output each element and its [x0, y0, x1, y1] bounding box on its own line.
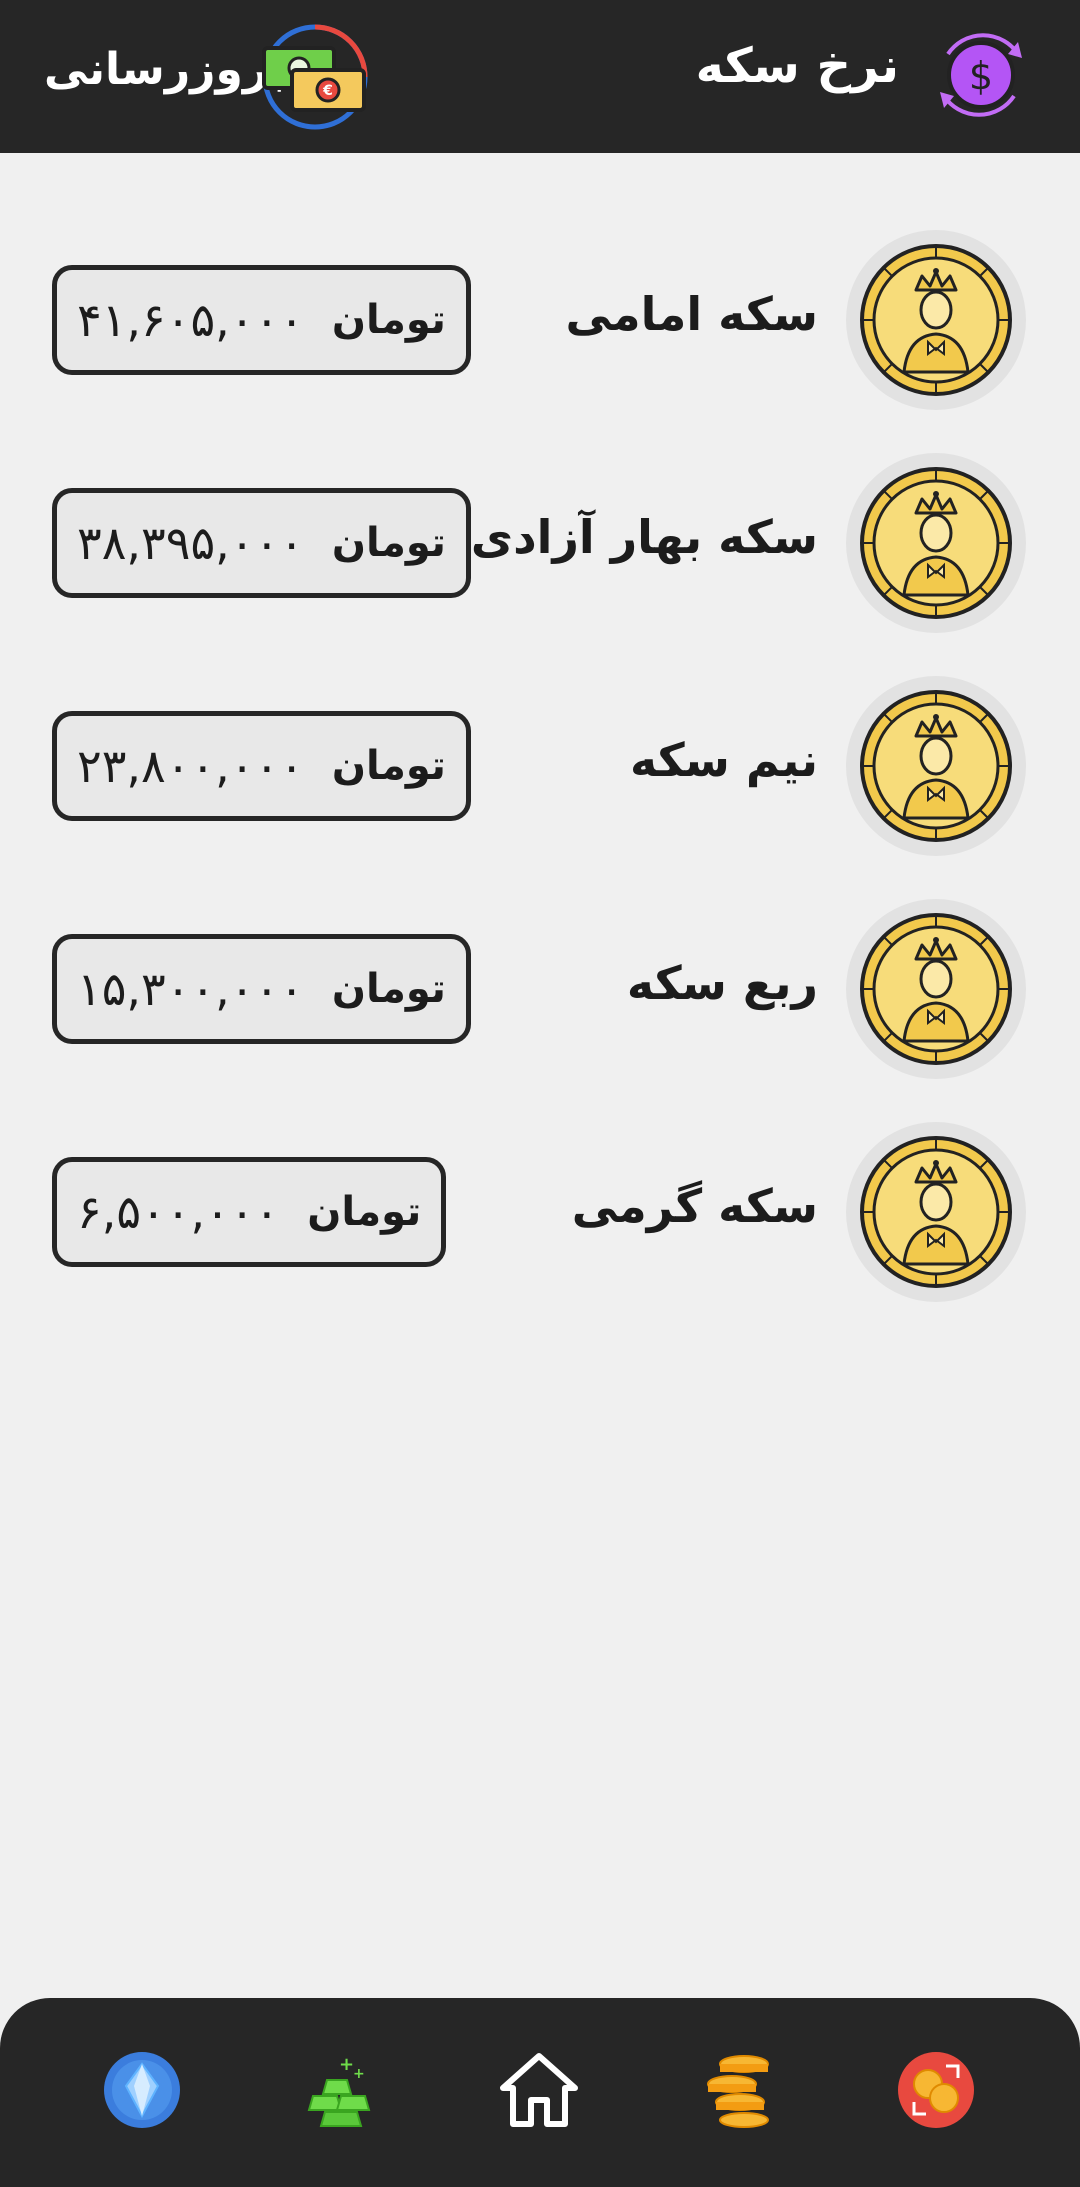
coin-name: سکه امامی: [565, 287, 818, 341]
coin-name: سکه گرمی: [571, 1179, 818, 1233]
page-title: نرخ سکه: [695, 38, 899, 94]
price-badge: تومان ۳۸,۳۹۵,۰۰۰: [52, 488, 471, 598]
price-unit: تومان: [331, 966, 446, 1012]
app-header: بروزرسانی € نرخ سکه $: [0, 0, 1080, 153]
list-item[interactable]: ربع سکه تومان ۱۵,۳۰۰,۰۰۰: [0, 899, 1080, 1079]
price-unit: تومان: [307, 1189, 422, 1235]
list-item[interactable]: سکه گرمی تومان ۶,۵۰۰,۰۰۰: [0, 1122, 1080, 1302]
price-value: ۱۵,۳۰۰,۰۰۰: [77, 962, 304, 1016]
diamond-icon: [104, 2052, 180, 2128]
dollar-refresh-icon: $: [930, 24, 1032, 126]
nav-item-home[interactable]: [479, 1998, 599, 2187]
price-badge: تومان ۱۵,۳۰۰,۰۰۰: [52, 934, 471, 1044]
price-value: ۶,۵۰۰,۰۰۰: [77, 1185, 280, 1239]
price-value: ۳۸,۳۹۵,۰۰۰: [77, 516, 304, 570]
coin-name: نیم سکه: [629, 733, 818, 787]
gold-bars-icon: + +: [307, 2054, 371, 2127]
bottom-navigation: + +: [0, 1998, 1080, 2187]
nav-item-exchange[interactable]: [876, 1998, 996, 2187]
price-badge: تومان ۴۱,۶۰۵,۰۰۰: [52, 265, 471, 375]
coin-name: ربع سکه: [626, 956, 818, 1010]
svg-text:+: +: [353, 2066, 365, 2082]
price-value: ۴۱,۶۰۵,۰۰۰: [77, 293, 304, 347]
price-unit: تومان: [331, 743, 446, 789]
price-badge: تومان ۲۳,۸۰۰,۰۰۰: [52, 711, 471, 821]
nav-item-gold-bars[interactable]: + +: [281, 1998, 401, 2187]
home-icon: [500, 2053, 578, 2127]
svg-text:€: €: [322, 83, 333, 99]
refresh-label: بروزرسانی: [44, 44, 287, 95]
gold-coin-icon: [846, 453, 1026, 633]
price-unit: تومان: [331, 297, 446, 343]
price-badge: تومان ۶,۵۰۰,۰۰۰: [52, 1157, 447, 1267]
coin-name: سکه بهار آزادی: [470, 510, 818, 564]
list-item[interactable]: سکه بهار آزادی تومان ۳۸,۳۹۵,۰۰۰: [0, 453, 1080, 633]
list-item[interactable]: نیم سکه تومان ۲۳,۸۰۰,۰۰۰: [0, 676, 1080, 856]
gold-coin-icon: [846, 1122, 1026, 1302]
gold-coin-icon: [846, 676, 1026, 856]
price-value: ۲۳,۸۰۰,۰۰۰: [77, 739, 304, 793]
refresh-button[interactable]: بروزرسانی €: [36, 18, 376, 136]
svg-text:$: $: [969, 54, 993, 98]
list-item[interactable]: سکه امامی تومان ۴۱,۶۰۵,۰۰۰: [0, 230, 1080, 410]
gold-coin-icon: [846, 899, 1026, 1079]
currency-exchange-icon: [898, 2052, 974, 2128]
coins-stack-icon: [707, 2055, 769, 2128]
svg-text:+: +: [339, 2054, 354, 2075]
nav-item-diamond[interactable]: [82, 1998, 202, 2187]
price-unit: تومان: [331, 520, 446, 566]
gold-coin-icon: [846, 230, 1026, 410]
nav-item-coins[interactable]: [678, 1998, 798, 2187]
money-exchange-icon: €: [258, 20, 372, 134]
